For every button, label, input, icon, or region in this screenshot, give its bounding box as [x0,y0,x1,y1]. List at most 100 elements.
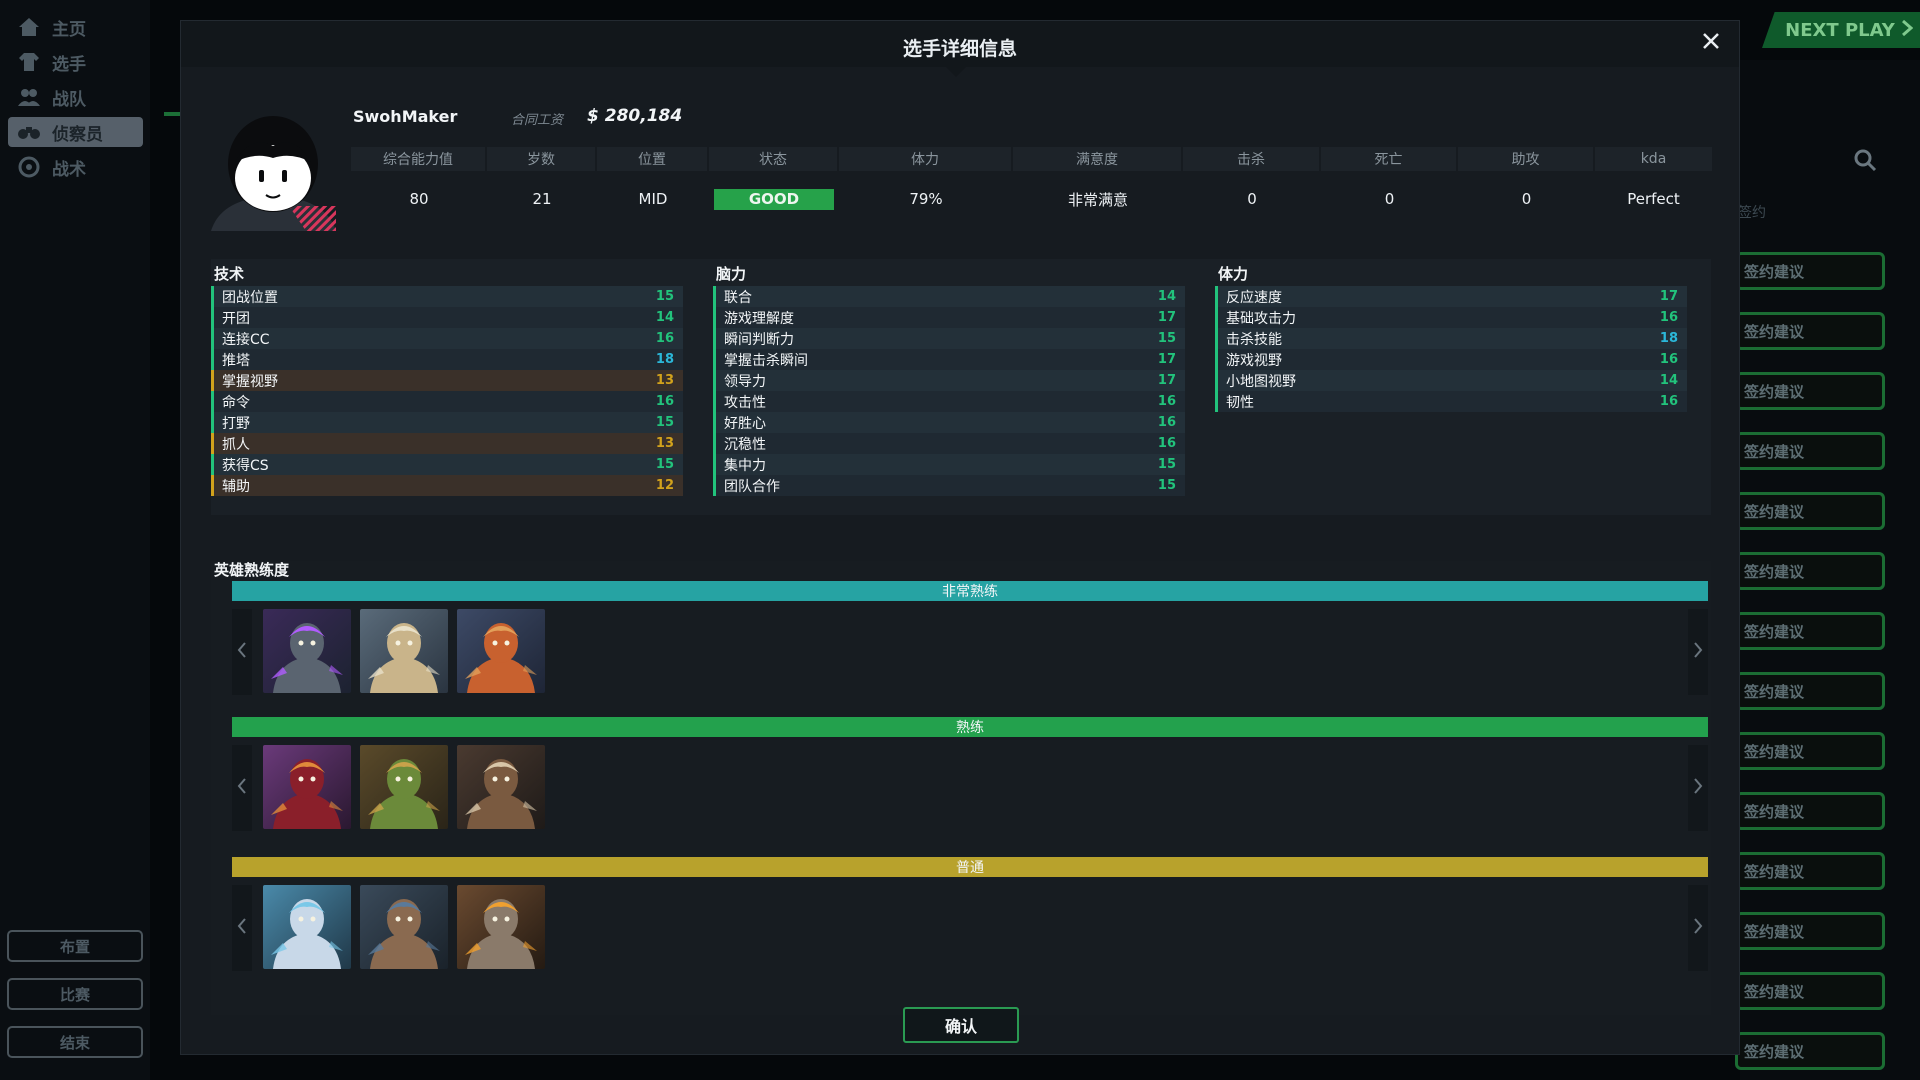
stats-header-row: 综合能力值 岁数 位置 状态 体力 满意度 击杀 死亡 助攻 kda [351,147,1712,171]
attribute-name: 联合 [724,289,752,306]
attribute-row: 基础攻击力 16 [1215,307,1687,328]
chevron-left-icon [237,917,247,939]
contract-suggestion-button[interactable]: 签约建议 [1735,1032,1885,1070]
tactics-icon [16,156,42,178]
modal-title: 选手详细信息 [902,38,1017,60]
chevron-left-icon [237,641,247,663]
stamina-value: 79% [909,190,943,208]
modal-header: 选手详细信息 [181,21,1739,67]
satisfaction-value: 非常满意 [1067,190,1128,209]
contract-suggestion-button[interactable]: 签约建议 [1735,672,1885,710]
attribute-row: 韧性 16 [1215,391,1687,412]
hero-portrait[interactable] [263,885,351,969]
nav-item-label: 选手 [52,54,86,75]
attribute-value: 14 [1659,373,1678,388]
player-avatar [211,106,336,231]
confirm-button[interactable]: 确认 [903,1007,1019,1043]
contract-suggestion-button[interactable]: 签约建议 [1735,852,1885,890]
team-icon [16,86,42,108]
contract-suggestion-button[interactable]: 签约建议 [1735,732,1885,770]
hero-portrait[interactable] [263,745,351,829]
hero-carousel [232,745,1708,831]
contract-suggestion-button[interactable]: 签约建议 [1735,372,1885,410]
contract-suggestion-button[interactable]: 签约建议 [1735,792,1885,830]
hero-portrait[interactable] [360,745,448,829]
carousel-prev-button[interactable] [232,745,252,831]
carousel-next-button[interactable] [1688,745,1708,831]
attribute-row: 开团 14 [211,307,683,328]
attribute-value: 16 [1659,352,1678,367]
attribute-value: 16 [655,331,674,346]
attribute-value: 16 [1157,436,1176,451]
kills-value: 0 [1247,190,1257,208]
chevron-right-icon [1693,777,1703,799]
attribute-row: 命令 16 [211,391,683,412]
contract-suggestion-button[interactable]: 签约建议 [1735,432,1885,470]
attribute-row: 游戏理解度 17 [713,307,1185,328]
attribute-name: 掌握视野 [222,373,278,390]
attribute-value: 12 [655,478,674,493]
attribute-row: 击杀技能 18 [1215,328,1687,349]
nav-item-players[interactable]: 选手 [8,47,143,77]
match-button[interactable]: 比赛 [7,978,143,1010]
carousel-prev-button[interactable] [232,609,252,695]
header-notch [946,67,966,77]
attribute-value: 15 [655,289,674,304]
nav-item-team[interactable]: 战队 [8,82,143,112]
attribute-value: 15 [655,415,674,430]
nav-item-scout[interactable]: 侦察员 [8,117,143,147]
contract-suggestion-button[interactable]: 签约建议 [1735,612,1885,650]
attribute-name: 命令 [222,394,250,411]
attribute-value: 16 [1659,394,1678,409]
attribute-value: 15 [1157,478,1176,493]
attribute-name: 团战位置 [222,289,278,306]
hero-carousel [232,609,1708,695]
carousel-prev-button[interactable] [232,885,252,971]
attribute-name: 游戏理解度 [724,310,794,327]
contract-suggestion-button[interactable]: 签约建议 [1735,252,1885,290]
hero-portrait[interactable] [457,745,545,829]
technique-title: 技术 [214,265,245,283]
attribute-value: 15 [655,457,674,472]
mental-title: 脑力 [716,265,747,283]
layout-button[interactable]: 布置 [7,930,143,962]
contract-suggestion-button[interactable]: 签约建议 [1735,552,1885,590]
chevron-right-icon [1901,19,1914,41]
contract-suggestion-button[interactable]: 签约建议 [1735,492,1885,530]
binoculars-icon [16,121,42,143]
contract-suggestion-button[interactable]: 签约建议 [1735,972,1885,1010]
attribute-name: 韧性 [1226,394,1254,411]
hero-portrait[interactable] [263,609,351,693]
hero-portrait[interactable] [360,609,448,693]
attribute-row: 小地图视野 14 [1215,370,1687,391]
carousel-next-button[interactable] [1688,609,1708,695]
attribute-value: 17 [1157,310,1176,325]
attribute-row: 推塔 18 [211,349,683,370]
position-value: MID [638,190,668,208]
chevron-left-icon [237,777,247,799]
nav-item-home[interactable]: 主页 [8,12,143,42]
stats-header-cell: 死亡 [1321,147,1458,171]
proficiency-title: 英雄熟练度 [214,561,290,579]
search-icon[interactable] [1853,148,1877,176]
column-label: 签约 [1738,205,1766,221]
attribute-name: 领导力 [724,373,766,390]
attribute-name: 击杀技能 [1226,331,1282,348]
attribute-name: 打野 [222,415,250,432]
attribute-name: 基础攻击力 [1226,310,1296,327]
nav-item-tactics[interactable]: 战术 [8,152,143,182]
carousel-next-button[interactable] [1688,885,1708,971]
stats-header-cell: 岁数 [487,147,597,171]
attribute-value: 18 [1659,331,1678,346]
next-play-button[interactable]: NEXT PLAY [1762,12,1920,48]
contract-suggestion-button[interactable]: 签约建议 [1735,912,1885,950]
attribute-name: 开团 [222,310,250,327]
contract-suggestion-button[interactable]: 签约建议 [1735,312,1885,350]
hero-portrait[interactable] [360,885,448,969]
nav-item-label: 战术 [52,159,86,180]
attribute-value: 16 [655,394,674,409]
hero-portrait[interactable] [457,885,545,969]
hero-portrait[interactable] [457,609,545,693]
close-button[interactable] [1697,29,1725,57]
end-button[interactable]: 结束 [7,1026,143,1058]
